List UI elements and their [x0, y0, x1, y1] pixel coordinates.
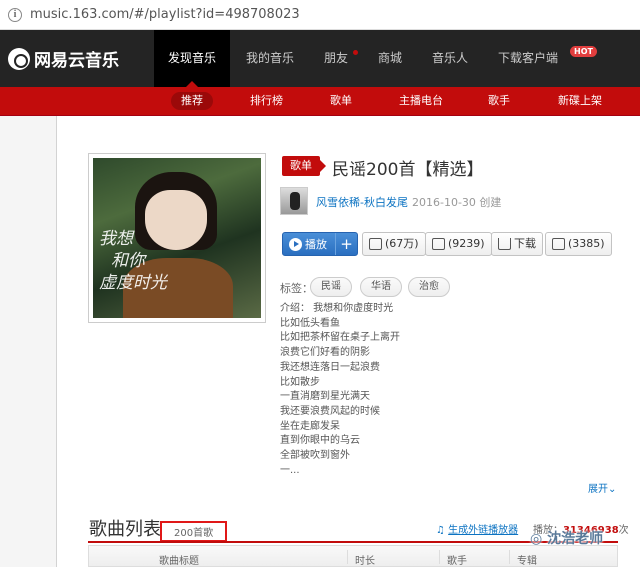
url-text[interactable]: music.163.com/#/playlist?id=498708023	[30, 7, 300, 22]
play-button[interactable]: 播放 +	[282, 232, 358, 256]
chevron-down-icon: ⌄	[608, 484, 617, 495]
top-nav: 网易云音乐 发现音乐 我的音乐 朋友 商城 音乐人 下载客户端 HOT	[0, 30, 640, 87]
nav-download-client[interactable]: 下载客户端	[490, 30, 566, 87]
netease-logo-icon	[8, 47, 30, 70]
creator-name-link[interactable]: 风雪依稀-秋白发尾	[316, 194, 408, 210]
info-icon[interactable]: i	[8, 7, 22, 22]
col-artist: 歌手	[447, 556, 467, 567]
folder-plus-icon	[369, 238, 382, 250]
download-icon	[498, 238, 511, 250]
subnav-new-albums[interactable]: 新碟上架	[548, 92, 612, 110]
subnav-recommend[interactable]: 推荐	[171, 92, 213, 110]
creator-avatar[interactable]	[280, 187, 308, 215]
collect-button[interactable]: (67万)	[362, 232, 426, 256]
hot-badge: HOT	[570, 46, 597, 57]
logo-text: 网易云音乐	[34, 51, 119, 71]
col-title: 歌曲标题	[159, 556, 199, 567]
watermark: ◎ 沈浩老师	[530, 531, 604, 547]
external-player-link[interactable]: ♫ 生成外链播放器	[436, 521, 518, 536]
subnav-artists[interactable]: 歌手	[478, 92, 520, 110]
playlist-cover[interactable]: 我想 和你 虚度时光	[88, 153, 266, 323]
comment-icon	[552, 238, 565, 250]
playlist-description: 介绍： 我想和你虚度时光 比如低头看鱼 比如把茶杯留在桌子上离开 浪费它们好看的…	[280, 303, 400, 476]
expand-link[interactable]: 展开⌄	[588, 480, 616, 495]
play-label: 播放	[305, 238, 327, 251]
tag-healing[interactable]: 治愈	[408, 277, 450, 297]
tag-folk[interactable]: 民谣	[310, 277, 352, 297]
logo[interactable]: 网易云音乐	[8, 46, 119, 71]
download-button[interactable]: 下载	[491, 232, 543, 256]
tags-label: 标签：	[280, 282, 313, 295]
friends-notification-dot	[353, 50, 358, 55]
share-icon	[432, 238, 445, 250]
song-list-title: 歌曲列表	[89, 519, 161, 540]
col-album: 专辑	[517, 556, 537, 567]
music-note-icon: ♫	[436, 525, 449, 536]
col-duration: 时长	[355, 556, 375, 567]
song-table-header: 歌曲标题 时长 歌手 专辑	[88, 545, 618, 567]
address-bar[interactable]: i music.163.com/#/playlist?id=498708023	[0, 0, 640, 30]
wechat-icon: ◎	[530, 531, 548, 547]
created-date: 2016-10-30 创建	[412, 196, 502, 209]
nav-musician[interactable]: 音乐人	[424, 30, 476, 87]
cover-script: 我想 和你 虚度时光	[99, 229, 167, 293]
tag-chinese[interactable]: 华语	[360, 277, 402, 297]
song-count: 200首歌	[160, 521, 228, 542]
nav-friends[interactable]: 朋友	[314, 30, 358, 87]
cover-image: 我想 和你 虚度时光	[93, 158, 261, 318]
playlist-title: 民谣200首【精选】	[332, 160, 484, 180]
nav-discover[interactable]: 发现音乐	[154, 30, 230, 87]
nav-mall[interactable]: 商城	[368, 30, 412, 87]
subnav-playlists[interactable]: 歌单	[320, 92, 362, 110]
subnav-charts[interactable]: 排行榜	[240, 92, 293, 110]
subnav-radio[interactable]: 主播电台	[389, 92, 453, 110]
comment-button[interactable]: (3385)	[545, 232, 612, 256]
sub-nav: 推荐 排行榜 歌单 主播电台 歌手 新碟上架	[0, 87, 640, 116]
share-button[interactable]: (9239)	[425, 232, 492, 256]
nav-my-music[interactable]: 我的音乐	[238, 30, 302, 87]
playlist-badge: 歌单	[282, 156, 326, 176]
play-icon	[289, 237, 302, 251]
add-to-queue-button[interactable]: +	[335, 233, 357, 255]
